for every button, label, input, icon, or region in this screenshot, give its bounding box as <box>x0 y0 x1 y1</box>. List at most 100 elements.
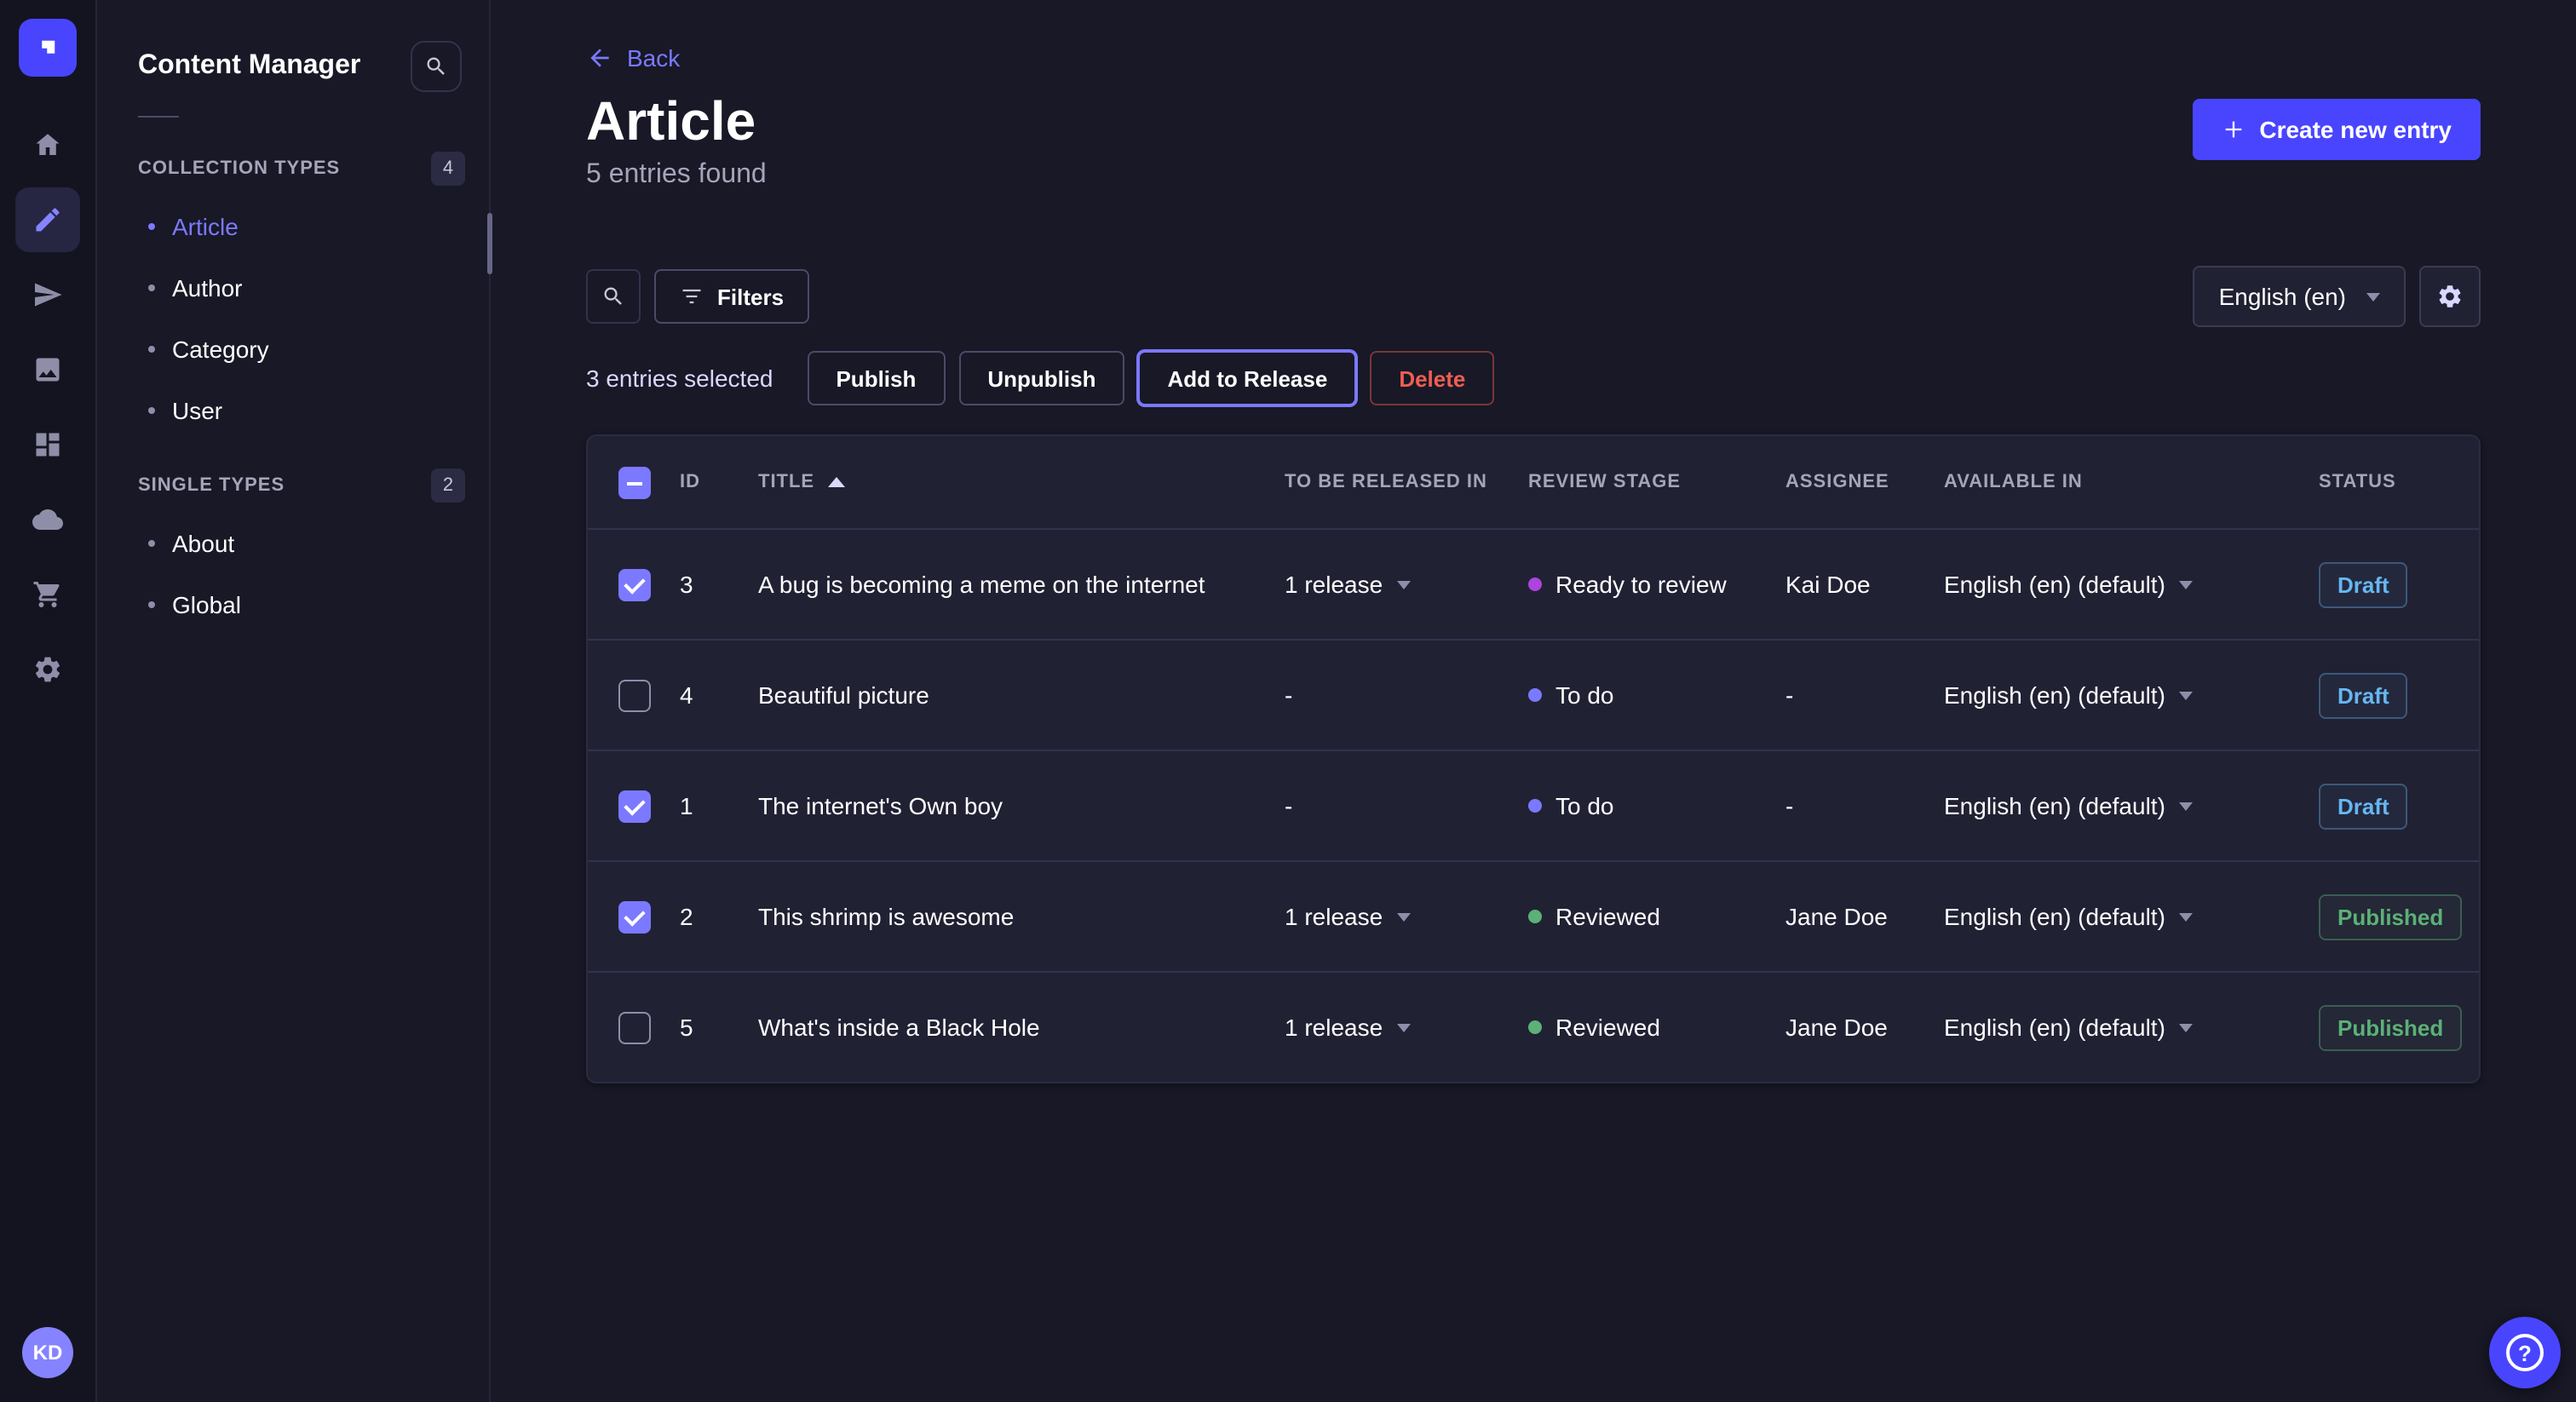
filters-label: Filters <box>717 284 784 309</box>
selection-bar: 3 entries selected Publish Unpublish Add… <box>586 351 2481 405</box>
cell-release[interactable]: 1 release <box>1268 1014 1511 1041</box>
locale-select[interactable]: English (en) <box>2194 266 2406 327</box>
sort-asc-icon <box>828 477 845 487</box>
stage-dot-icon <box>1528 799 1542 813</box>
col-header-review-stage: REVIEW STAGE <box>1511 472 1768 492</box>
cell-locale[interactable]: English (en) (default) <box>1927 792 2302 819</box>
row-checkbox[interactable] <box>618 568 651 600</box>
main-nav-rail: KD <box>0 0 97 1402</box>
select-all-checkbox[interactable] <box>618 466 651 498</box>
cell-release[interactable]: - <box>1268 681 1511 709</box>
view-settings-button[interactable] <box>2419 266 2481 327</box>
status-badge: Draft <box>2319 783 2408 829</box>
cell-release[interactable]: 1 release <box>1268 903 1511 930</box>
row-checkbox[interactable] <box>618 1011 651 1043</box>
filters-button[interactable]: Filters <box>654 269 809 324</box>
cell-locale[interactable]: English (en) (default) <box>1927 1014 2302 1041</box>
cell-assignee: Jane Doe <box>1768 1014 1927 1041</box>
back-link[interactable]: Back <box>586 44 680 72</box>
cell-review-stage: To do <box>1511 792 1768 819</box>
cell-locale[interactable]: English (en) (default) <box>1927 571 2302 598</box>
nav-content-type-builder-button[interactable] <box>15 412 80 477</box>
chevron-down-icon <box>1396 1023 1410 1031</box>
main-content: Back Article 5 entries found Create new … <box>491 0 2576 1402</box>
avatar[interactable]: KD <box>22 1327 73 1378</box>
sidebar-item-global[interactable]: Global <box>97 574 489 635</box>
col-header-title[interactable]: TITLE <box>741 472 1268 492</box>
nav-releases-button[interactable] <box>15 262 80 327</box>
chevron-down-icon <box>2179 802 2193 810</box>
cell-status: Draft <box>2302 561 2479 607</box>
add-to-release-button[interactable]: Add to Release <box>1138 351 1356 405</box>
col-header-available-in: AVAILABLE IN <box>1927 472 2302 492</box>
search-button[interactable] <box>586 269 641 324</box>
chevron-down-icon <box>2179 580 2193 589</box>
sidebar-item-author[interactable]: Author <box>97 257 489 319</box>
status-badge: Published <box>2319 1004 2462 1050</box>
table-row[interactable]: 5 What's inside a Black Hole 1 release R… <box>588 971 2479 1082</box>
cell-locale[interactable]: English (en) (default) <box>1927 903 2302 930</box>
nav-deploy-button[interactable] <box>15 487 80 552</box>
section-label: COLLECTION TYPES <box>138 158 340 179</box>
create-entry-button[interactable]: Create new entry <box>2193 99 2481 160</box>
gear-icon <box>2436 283 2464 310</box>
toolbar: Filters English (en) <box>586 266 2481 327</box>
nav-settings-button[interactable] <box>15 637 80 702</box>
unpublish-button[interactable]: Unpublish <box>958 351 1124 405</box>
delete-button[interactable]: Delete <box>1370 351 1494 405</box>
sidebar-item-category[interactable]: Category <box>97 319 489 380</box>
subnav-search-button[interactable] <box>411 41 462 92</box>
cell-assignee: - <box>1768 681 1927 709</box>
sidebar-item-article[interactable]: Article <box>97 196 489 257</box>
table-row[interactable]: 2 This shrimp is awesome 1 release Revie… <box>588 860 2479 971</box>
nav-home-button[interactable] <box>15 112 80 177</box>
cell-id: 5 <box>663 1014 741 1041</box>
nav-media-library-button[interactable] <box>15 337 80 402</box>
cell-review-stage: Ready to review <box>1511 571 1768 598</box>
section-collection-types: COLLECTION TYPES 4 Article Author Catego… <box>97 141 489 441</box>
nav-marketplace-button[interactable] <box>15 562 80 627</box>
cell-title: A bug is becoming a meme on the internet <box>741 571 1268 598</box>
filter-icon <box>680 286 704 307</box>
question-mark-icon <box>2506 1334 2544 1371</box>
search-icon <box>424 55 448 78</box>
cell-status: Draft <box>2302 672 2479 718</box>
sidebar-item-label: Global <box>172 591 241 618</box>
cloud-icon <box>32 504 63 535</box>
stage-dot-icon <box>1528 688 1542 702</box>
bullet-icon <box>148 601 155 608</box>
image-icon <box>32 354 63 385</box>
status-badge: Draft <box>2319 672 2408 718</box>
cell-locale[interactable]: English (en) (default) <box>1927 681 2302 709</box>
section-count-badge: 4 <box>431 152 465 186</box>
arrow-left-icon <box>586 44 613 72</box>
section-count-badge: 2 <box>431 468 465 503</box>
table-row[interactable]: 4 Beautiful picture - To do - English (e… <box>588 639 2479 750</box>
sidebar-item-label: Article <box>172 213 239 240</box>
cell-assignee: - <box>1768 792 1927 819</box>
plus-icon <box>2222 118 2245 141</box>
sidebar-item-about[interactable]: About <box>97 513 489 574</box>
cell-release[interactable]: 1 release <box>1268 571 1511 598</box>
row-checkbox[interactable] <box>618 900 651 933</box>
stage-dot-icon <box>1528 1020 1542 1034</box>
sidebar-item-label: Category <box>172 336 269 363</box>
rail-nav <box>15 112 80 702</box>
stage-dot-icon <box>1528 910 1542 923</box>
chevron-down-icon <box>2179 912 2193 921</box>
col-header-id: ID <box>663 472 741 492</box>
table-row[interactable]: 3 A bug is becoming a meme on the intern… <box>588 528 2479 639</box>
table-row[interactable]: 1 The internet's Own boy - To do - Engli… <box>588 750 2479 860</box>
help-button[interactable] <box>2489 1317 2561 1388</box>
strapi-logo[interactable] <box>19 19 77 77</box>
row-checkbox[interactable] <box>618 790 651 822</box>
cell-release[interactable]: - <box>1268 792 1511 819</box>
create-entry-label: Create new entry <box>2259 116 2452 143</box>
cell-review-stage: To do <box>1511 681 1768 709</box>
sidebar-item-user[interactable]: User <box>97 380 489 441</box>
strapi-logo-icon <box>32 32 63 63</box>
chevron-down-icon <box>2179 691 2193 699</box>
publish-button[interactable]: Publish <box>807 351 945 405</box>
row-checkbox[interactable] <box>618 679 651 711</box>
nav-content-manager-button[interactable] <box>15 187 80 252</box>
